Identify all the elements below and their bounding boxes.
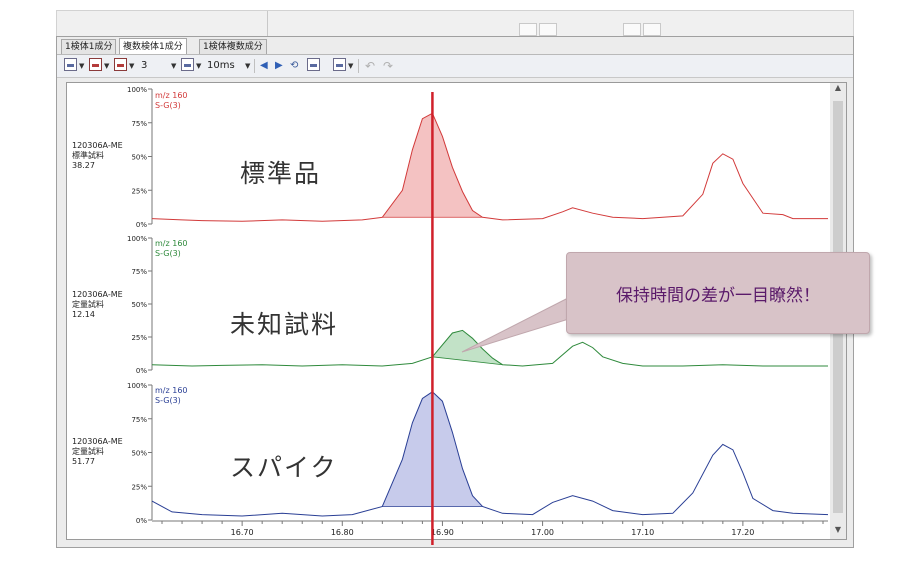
y-tick-label: 75% bbox=[131, 416, 147, 424]
sample-type: 定量試料 bbox=[72, 300, 104, 309]
callout-pointer bbox=[461, 295, 573, 353]
annotation-callout: 保持時間の差が一目瞭然！ bbox=[566, 252, 870, 334]
sample-info: 120306A-ME 定量試料 51.77 bbox=[72, 437, 123, 467]
sample-type: 定量試料 bbox=[72, 447, 104, 456]
sample-value: 12.14 bbox=[72, 310, 95, 319]
y-tick-label: 50% bbox=[131, 450, 147, 458]
y-tick-label: 75% bbox=[131, 120, 147, 128]
legend-smoothing: S-G(3) bbox=[155, 249, 181, 258]
y-tick-label: 50% bbox=[131, 154, 147, 162]
legend-mz: m/z 160 bbox=[155, 91, 188, 100]
y-tick-label: 100% bbox=[127, 235, 147, 243]
y-tick-label: 75% bbox=[131, 268, 147, 276]
callout-text: 保持時間の差が一目瞭然！ bbox=[616, 286, 820, 306]
x-tick-label: 17.20 bbox=[731, 528, 754, 537]
y-tick-label: 100% bbox=[127, 382, 147, 390]
y-tick-label: 0% bbox=[136, 367, 147, 375]
sample-id: 120306A-ME bbox=[72, 141, 123, 150]
y-tick-label: 50% bbox=[131, 301, 147, 309]
sample-id: 120306A-ME bbox=[72, 290, 123, 299]
y-tick-label: 25% bbox=[131, 187, 147, 195]
y-tick-label: 0% bbox=[136, 517, 147, 525]
x-tick-label: 16.80 bbox=[331, 528, 354, 537]
y-tick-label: 25% bbox=[131, 483, 147, 491]
y-tick-label: 25% bbox=[131, 334, 147, 342]
trace-label-standard: 標準品 bbox=[240, 159, 322, 188]
legend-mz: m/z 160 bbox=[155, 386, 188, 395]
y-tick-label: 100% bbox=[127, 86, 147, 94]
sample-type: 標準試料 bbox=[72, 151, 104, 160]
x-tick-label: 17.10 bbox=[631, 528, 654, 537]
x-tick-label: 16.70 bbox=[231, 528, 254, 537]
sample-value: 51.77 bbox=[72, 457, 95, 466]
trace-label-unknown: 未知試料 bbox=[230, 310, 339, 339]
peak-area-unknown bbox=[432, 330, 503, 365]
legend-mz: m/z 160 bbox=[155, 239, 188, 248]
x-tick-label: 17.00 bbox=[531, 528, 554, 537]
sample-info: 120306A-ME 定量試料 12.14 bbox=[72, 290, 123, 320]
legend-smoothing: S-G(3) bbox=[155, 396, 181, 405]
x-tick-label: 16.90 bbox=[431, 528, 454, 537]
sample-info: 120306A-ME 標準試料 38.27 bbox=[72, 141, 123, 171]
trace-label-spike: スパイク bbox=[230, 453, 338, 482]
y-tick-label: 0% bbox=[136, 221, 147, 229]
sample-id: 120306A-ME bbox=[72, 437, 123, 446]
legend-smoothing: S-G(3) bbox=[155, 101, 181, 110]
sample-value: 38.27 bbox=[72, 161, 95, 170]
